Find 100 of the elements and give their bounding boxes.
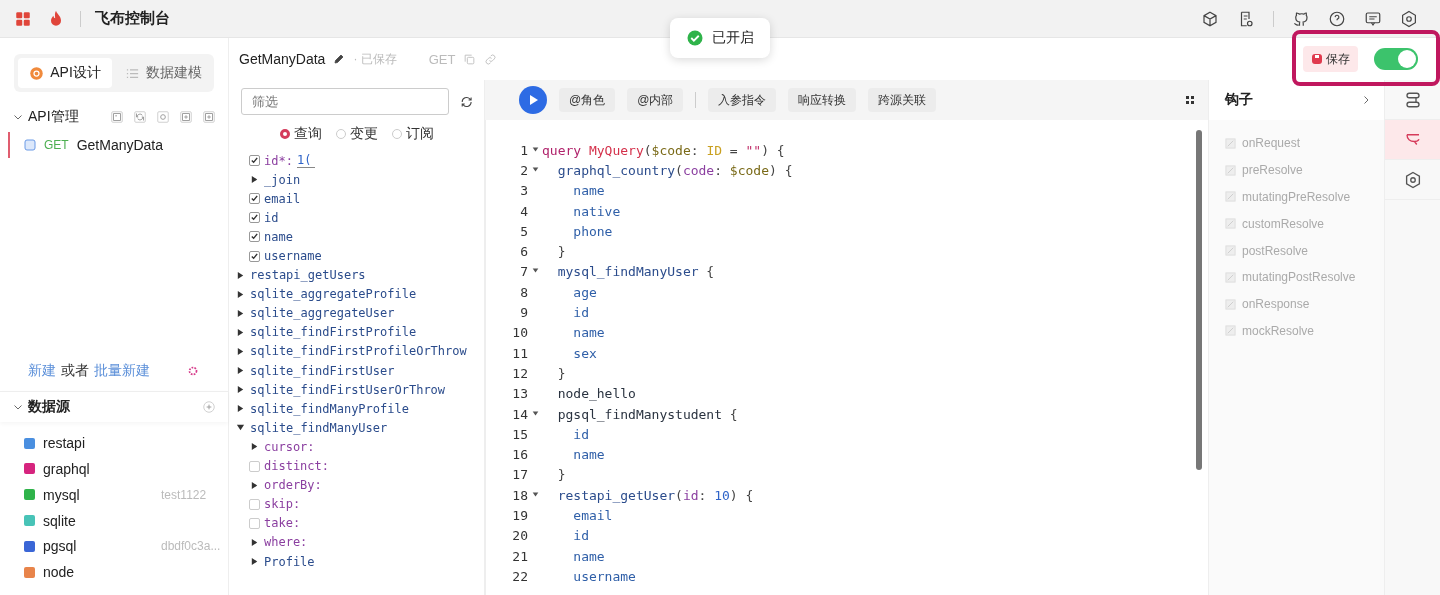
toolbar-button[interactable]: @角色 [559,88,616,112]
code-line: native [572,203,621,219]
field-label[interactable]: Profile [264,554,315,569]
line-number: 5 [519,223,528,239]
sidebar-tab[interactable]: 数据建模 [116,58,210,88]
fold-arrow-icon[interactable] [531,409,539,417]
app-title: 飞布控制台 [95,9,170,28]
fullscreen-icon[interactable] [1184,94,1196,106]
field-label[interactable]: id*: [264,153,293,168]
checkbox[interactable] [249,517,260,529]
operation-label[interactable]: sqlite_findFirstProfileOrThrow [250,344,467,359]
field-label[interactable]: _join [264,172,301,187]
checkbox[interactable] [249,498,260,510]
toolbar-button[interactable]: 响应转换 [788,88,857,112]
code-line: } [556,244,566,260]
expand-arrow-icon[interactable] [249,442,260,452]
checkbox[interactable] [249,193,260,205]
operation-label[interactable]: sqlite_findManyUser [250,420,388,435]
code-line: } [556,467,566,483]
help-icon[interactable] [1328,9,1346,28]
field-label[interactable]: orderBy: [264,478,322,493]
expand-arrow-icon[interactable] [235,366,246,376]
datasource-item[interactable]: pgsql dbdf0c3a... [24,533,228,560]
toolbar-button[interactable]: 跨源关联 [868,88,937,112]
message-icon[interactable] [1364,9,1382,28]
checkbox[interactable] [249,155,260,167]
code-line: name [572,447,605,463]
operation-label[interactable]: sqlite_aggregateUser [250,306,395,321]
argument-input[interactable]: 1( [296,153,315,169]
expand-arrow-icon[interactable] [249,557,260,566]
field-label[interactable]: cursor: [264,439,315,454]
datasource-item[interactable]: sqlite [24,507,228,534]
operation-label[interactable]: sqlite_findFirstProfile [250,325,417,340]
datasource-item[interactable]: restapi [24,430,228,456]
expand-arrow-icon[interactable] [235,308,246,318]
operation-label[interactable]: sqlite_aggregateProfile [250,287,417,302]
checkbox-icon [1225,298,1236,310]
operation-radio[interactable]: 查询 [279,125,322,143]
field-label[interactable]: take: [264,516,301,531]
datasource-item[interactable]: graphql [24,456,228,482]
datasource-item[interactable]: mysql test1122 [24,481,228,508]
play-icon [527,94,539,106]
fold-arrow-icon[interactable] [531,490,539,498]
operation-label[interactable]: sqlite_findFirstUserOrThrow [250,382,446,397]
edit-pencil-icon[interactable] [333,53,346,65]
checkbox[interactable] [249,250,260,262]
fold-arrow-icon[interactable] [531,165,539,173]
expand-arrow-icon[interactable] [249,480,260,490]
scrollbar[interactable] [1196,130,1202,470]
github-icon[interactable] [1292,9,1310,28]
line-number: 1 [519,142,528,158]
field-label[interactable]: distinct: [264,459,330,474]
fold-arrow-icon[interactable] [531,145,539,153]
operation-label[interactable]: sqlite_findManyProfile [250,401,409,416]
expand-arrow-icon[interactable] [235,385,246,395]
success-icon [686,29,704,47]
field-label[interactable]: where: [264,535,308,550]
filter-field[interactable]: 筛选 [241,88,449,115]
field-label[interactable]: name [264,229,293,244]
new-link[interactable]: 新建 [28,362,56,381]
field-label[interactable]: email [264,191,301,206]
sidebar-tab[interactable]: API设计 [18,58,112,88]
collapse-arrow-icon[interactable] [235,423,246,433]
checkbox[interactable] [249,212,260,224]
checkbox[interactable] [249,231,260,243]
operation-label[interactable]: sqlite_findFirstUser [250,363,395,378]
expand-arrow-icon[interactable] [249,175,260,185]
field-label[interactable]: username [264,249,322,263]
line-number: 13 [511,386,528,402]
expand-arrow-icon[interactable] [235,404,246,414]
expand-arrow-icon[interactable] [235,347,246,356]
section-title: 数据源 [28,398,70,417]
line-number: 10 [511,325,528,341]
operation-label[interactable]: restapi_getUsers [250,268,366,283]
toolbar-button[interactable]: 入参指令 [708,88,777,112]
expand-arrow-icon[interactable] [235,270,246,280]
batch-new-link[interactable]: 批量新建 [94,362,150,381]
toolbar-button[interactable]: @内部 [627,88,684,112]
datasource-item[interactable]: node [24,559,228,585]
cube-icon[interactable] [1201,9,1219,28]
api-item[interactable]: GET GetManyData [8,132,228,158]
code-line: pgsql_findManystudent { [556,406,738,422]
operation-radio[interactable]: 订阅 [391,125,434,143]
line-number: 9 [519,305,528,320]
expand-arrow-icon[interactable] [249,537,260,547]
apps-grid-icon[interactable] [14,9,32,28]
save-button[interactable]: 保存 [1303,46,1358,72]
code-line: node_hello [556,386,636,402]
settings-icon[interactable] [1400,9,1418,28]
field-label[interactable]: id [264,210,279,225]
run-button[interactable] [519,86,547,114]
operation-radio[interactable]: 变更 [335,125,378,143]
field-label[interactable]: skip: [264,497,301,512]
document-icon [24,139,36,151]
toggle-switch[interactable] [1374,48,1418,70]
expand-arrow-icon[interactable] [235,327,246,337]
checkbox[interactable] [249,460,260,472]
fold-arrow-icon[interactable] [531,267,539,275]
expand-arrow-icon[interactable] [235,289,246,299]
checkbox-icon [1225,164,1236,176]
